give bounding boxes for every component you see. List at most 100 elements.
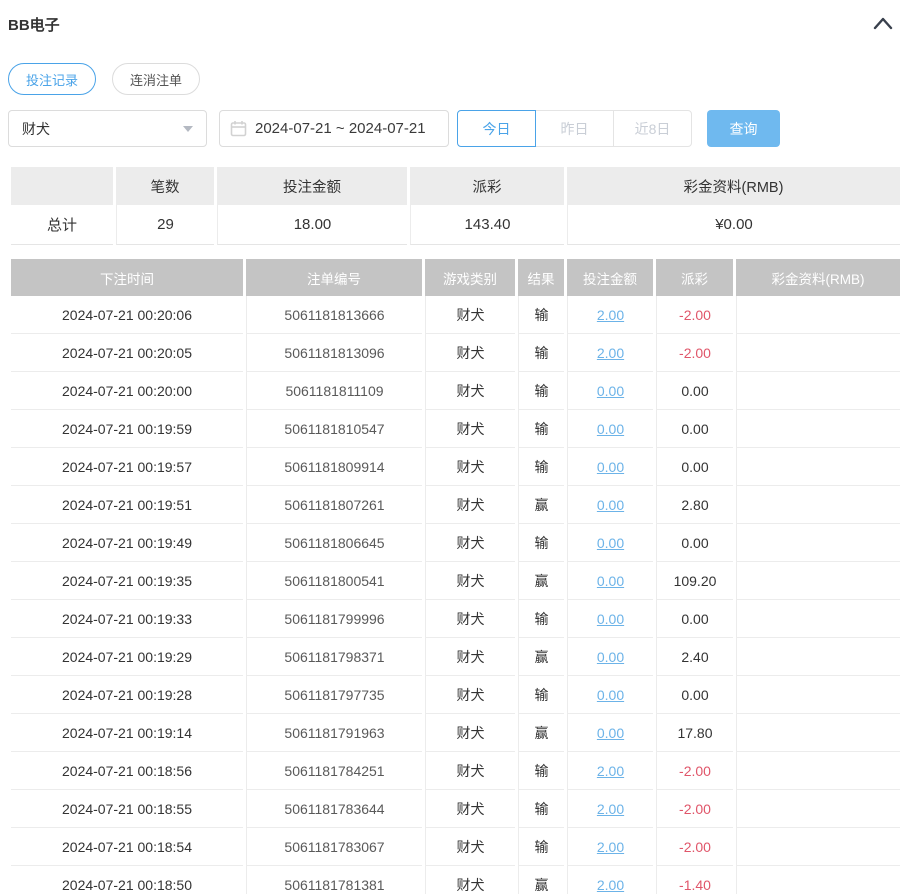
table-row: 2024-07-21 00:19:51 5061181807261 财犬 赢 0…: [11, 486, 900, 524]
quick-btn-today[interactable]: 今日: [457, 110, 536, 147]
col-bonus: 彩金资料(RMB): [736, 259, 900, 296]
cell-payout: 17.80: [656, 714, 733, 752]
cell-bonus: [736, 296, 900, 334]
cell-bonus: [736, 866, 900, 894]
cell-result: 输: [518, 524, 564, 562]
summary-total-payout: 143.40: [410, 205, 564, 245]
cell-bet-amount: 0.00: [567, 562, 653, 600]
table-row: 2024-07-21 00:19:59 5061181810547 财犬 输 0…: [11, 410, 900, 448]
cell-order-id: 5061181809914: [246, 448, 422, 486]
bet-amount-link[interactable]: 0.00: [597, 687, 624, 703]
table-row: 2024-07-21 00:18:54 5061181783067 财犬 输 2…: [11, 828, 900, 866]
cell-payout: 2.40: [656, 638, 733, 676]
summary-col-bonus: 彩金资料(RMB): [567, 167, 900, 205]
cell-game-type: 财犬: [425, 524, 515, 562]
cell-order-id: 5061181791963: [246, 714, 422, 752]
summary-col-count: 笔数: [116, 167, 214, 205]
cell-bet-time: 2024-07-21 00:19:51: [11, 486, 243, 524]
summary-col-payout: 派彩: [410, 167, 564, 205]
table-row: 2024-07-21 00:19:33 5061181799996 财犬 输 0…: [11, 600, 900, 638]
table-row: 2024-07-21 00:18:50 5061181781381 财犬 赢 2…: [11, 866, 900, 894]
tab-cancelled-orders[interactable]: 连消注单: [112, 63, 201, 95]
bet-amount-link[interactable]: 2.00: [597, 763, 624, 779]
cell-bet-amount: 2.00: [567, 296, 653, 334]
cell-result: 赢: [518, 486, 564, 524]
bet-amount-link[interactable]: 0.00: [597, 611, 624, 627]
cell-bonus: [736, 486, 900, 524]
bet-amount-link[interactable]: 0.00: [597, 459, 624, 475]
game-select-value: 财犬: [22, 120, 50, 137]
panel-header: BB电子: [8, 0, 903, 35]
cell-result: 输: [518, 790, 564, 828]
bet-amount-link[interactable]: 2.00: [597, 345, 624, 361]
cell-payout: 0.00: [656, 600, 733, 638]
bet-table-header-row: 下注时间 注单编号 游戏类别 结果 投注金额 派彩 彩金资料(RMB): [11, 259, 900, 296]
cell-bet-time: 2024-07-21 00:19:49: [11, 524, 243, 562]
table-row: 2024-07-21 00:20:05 5061181813096 财犬 输 2…: [11, 334, 900, 372]
calendar-icon: [230, 120, 247, 137]
cell-order-id: 5061181813096: [246, 334, 422, 372]
col-payout: 派彩: [656, 259, 733, 296]
cell-order-id: 5061181800541: [246, 562, 422, 600]
cell-bet-time: 2024-07-21 00:19:59: [11, 410, 243, 448]
table-row: 2024-07-21 00:19:14 5061181791963 财犬 赢 0…: [11, 714, 900, 752]
bet-amount-link[interactable]: 2.00: [597, 839, 624, 855]
cell-payout: -2.00: [656, 828, 733, 866]
filter-bar: 财犬 2024-07-21 ~ 2024-07-21 今日 昨日 近8日 查询: [8, 110, 903, 147]
cell-order-id: 5061181798371: [246, 638, 422, 676]
summary-col-empty: [11, 167, 113, 205]
cell-game-type: 财犬: [425, 410, 515, 448]
search-button[interactable]: 查询: [707, 110, 780, 147]
table-row: 2024-07-21 00:18:55 5061181783644 财犬 输 2…: [11, 790, 900, 828]
bet-amount-link[interactable]: 0.00: [597, 383, 624, 399]
cell-payout: -2.00: [656, 296, 733, 334]
bet-amount-link[interactable]: 0.00: [597, 725, 624, 741]
cell-bet-amount: 2.00: [567, 790, 653, 828]
date-range-input[interactable]: 2024-07-21 ~ 2024-07-21: [219, 110, 449, 147]
cell-bet-time: 2024-07-21 00:19:35: [11, 562, 243, 600]
col-game-type: 游戏类别: [425, 259, 515, 296]
game-select[interactable]: 财犬: [8, 110, 207, 147]
cell-bet-time: 2024-07-21 00:19:33: [11, 600, 243, 638]
cell-result: 输: [518, 372, 564, 410]
cell-game-type: 财犬: [425, 828, 515, 866]
cell-payout: -2.00: [656, 334, 733, 372]
cell-order-id: 5061181807261: [246, 486, 422, 524]
cell-bonus: [736, 714, 900, 752]
tab-betting-records[interactable]: 投注记录: [8, 63, 97, 95]
bet-amount-link[interactable]: 0.00: [597, 573, 624, 589]
cell-payout: 0.00: [656, 524, 733, 562]
cell-game-type: 财犬: [425, 600, 515, 638]
quick-btn-last-8-days[interactable]: 近8日: [613, 110, 692, 147]
bet-amount-link[interactable]: 0.00: [597, 535, 624, 551]
cell-payout: 0.00: [656, 372, 733, 410]
cell-order-id: 5061181783067: [246, 828, 422, 866]
cell-result: 赢: [518, 638, 564, 676]
cell-payout: 0.00: [656, 448, 733, 486]
cell-bet-time: 2024-07-21 00:19:29: [11, 638, 243, 676]
cell-order-id: 5061181784251: [246, 752, 422, 790]
cell-result: 输: [518, 828, 564, 866]
bet-amount-link[interactable]: 0.00: [597, 497, 624, 513]
summary-total-label: 总计: [11, 205, 113, 245]
table-row: 2024-07-21 00:19:29 5061181798371 财犬 赢 0…: [11, 638, 900, 676]
cell-bet-amount: 0.00: [567, 448, 653, 486]
cell-game-type: 财犬: [425, 372, 515, 410]
cell-bet-amount: 0.00: [567, 486, 653, 524]
cell-bet-time: 2024-07-21 00:19:14: [11, 714, 243, 752]
bet-amount-link[interactable]: 2.00: [597, 877, 624, 893]
cell-bet-amount: 2.00: [567, 828, 653, 866]
bet-amount-link[interactable]: 0.00: [597, 649, 624, 665]
summary-total-row: 总计 29 18.00 143.40 ¥0.00: [11, 205, 900, 245]
cell-payout: 109.20: [656, 562, 733, 600]
quick-btn-yesterday[interactable]: 昨日: [535, 110, 614, 147]
bet-amount-link[interactable]: 2.00: [597, 801, 624, 817]
collapse-button[interactable]: [873, 16, 893, 33]
cell-game-type: 财犬: [425, 448, 515, 486]
cell-bet-amount: 2.00: [567, 866, 653, 894]
table-row: 2024-07-21 00:20:00 5061181811109 财犬 输 0…: [11, 372, 900, 410]
table-row: 2024-07-21 00:18:56 5061181784251 财犬 输 2…: [11, 752, 900, 790]
bet-amount-link[interactable]: 2.00: [597, 307, 624, 323]
bet-amount-link[interactable]: 0.00: [597, 421, 624, 437]
cell-game-type: 财犬: [425, 752, 515, 790]
